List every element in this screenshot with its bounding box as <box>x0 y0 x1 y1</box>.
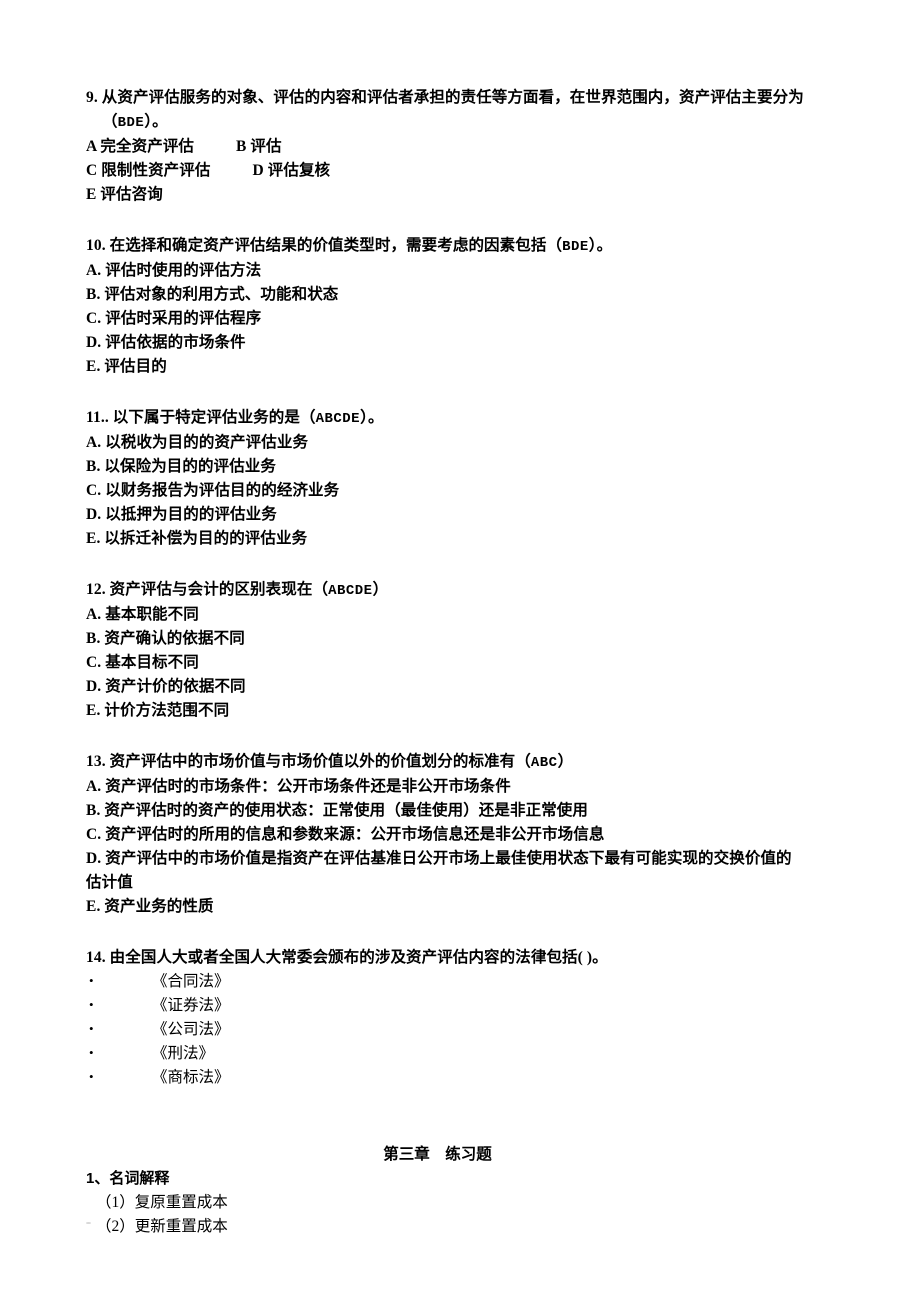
question-13-stem-text: 13. 资产评估中的市场价值与市场价值以外的价值划分的标准有（ <box>86 753 531 770</box>
chapter-heading: 第三章 练习题 <box>383 1146 492 1163</box>
question-11-paren-close: ）。 <box>360 409 384 426</box>
list-item: 《商标法》 <box>86 1065 834 1090</box>
question-10-option-d: D. 评估依据的市场条件 <box>86 334 246 351</box>
question-block-14: 14. 由全国人大或者全国人大常委会颁布的涉及资产评估内容的法律包括( )。 《… <box>86 946 834 1090</box>
question-9-option-a: A 完全资产评估 <box>86 138 195 155</box>
question-12-option-e: E. 计价方法范围不同 <box>86 702 230 719</box>
question-10-answer: BDE <box>562 239 589 255</box>
question-12-option-a: A. 基本职能不同 <box>86 606 199 623</box>
question-9-paren-open: （ <box>102 113 118 130</box>
question-10-stem: 10. 在选择和确定资产评估结果的价值类型时，需要考虑的因素包括（BDE）。 <box>86 234 834 259</box>
question-9-paren-close: ）。 <box>144 113 168 130</box>
question-12-paren-close: ） <box>372 581 389 598</box>
question-12-option-b: B. 资产确认的依据不同 <box>86 630 245 647</box>
question-block-12: 12. 资产评估与会计的区别表现在（ABCDE） A. 基本职能不同 B. 资产… <box>86 578 834 723</box>
question-11-option-a: A. 以税收为目的的资产评估业务 <box>86 434 309 451</box>
question-12-answer: ABCDE <box>328 583 373 599</box>
question-10-option-e: E. 评估目的 <box>86 358 167 375</box>
question-13-option-d-line1: D. 资产评估中的市场价值是指资产在评估基准日公开市场上最佳使用状态下最有可能实… <box>86 850 792 867</box>
question-9-option-row-2: C 限制性资产评估 D 评估复核 <box>86 159 834 183</box>
question-10-option-b: B. 评估对象的利用方式、功能和状态 <box>86 286 339 303</box>
question-10-stem-text: 10. 在选择和确定资产评估结果的价值类型时，需要考虑的因素包括（ <box>86 237 563 254</box>
list-item: 《证券法》 <box>86 993 834 1018</box>
question-13-option-d-line2: 估计值 <box>86 874 133 891</box>
scan-artifact-speck <box>86 1222 91 1224</box>
question-11-stem: 11.. 以下属于特定评估业务的是（ABCDE）。 <box>86 406 834 431</box>
question-block-11: 11.. 以下属于特定评估业务的是（ABCDE）。 A. 以税收为目的的资产评估… <box>86 406 834 551</box>
list-item: 《公司法》 <box>86 1017 834 1042</box>
question-block-13: 13. 资产评估中的市场价值与市场价值以外的价值划分的标准有（ABC） A. 资… <box>86 750 834 919</box>
question-block-10: 10. 在选择和确定资产评估结果的价值类型时，需要考虑的因素包括（BDE）。 A… <box>86 234 834 379</box>
document-page: 9. 从资产评估服务的对象、评估的内容和评估者承担的责任等方面看，在世界范围内，… <box>0 0 920 1302</box>
question-12-option-d: D. 资产计价的依据不同 <box>86 678 246 695</box>
question-9-option-e: E 评估咨询 <box>86 186 163 203</box>
question-12-option-c: C. 基本目标不同 <box>86 654 199 671</box>
question-9-option-d: D 评估复核 <box>252 162 331 179</box>
question-13-paren-close: ） <box>557 753 574 770</box>
list-item: 《合同法》 <box>86 969 834 994</box>
question-10-paren-close: ）。 <box>588 237 613 254</box>
question-9-answer: BDE <box>117 115 145 131</box>
question-13-option-c: C. 资产评估时的所用的信息和参数来源：公开市场信息还是非公开市场信息 <box>86 826 605 843</box>
section-title-terms: 1、名词解释 <box>86 1170 170 1187</box>
question-14-bullet-list: 《合同法》 《证券法》 《公司法》 《刑法》 《商标法》 <box>86 969 834 1090</box>
question-9-option-c: C 限制性资产评估 <box>86 162 211 179</box>
question-14-stem: 14. 由全国人大或者全国人大常委会颁布的涉及资产评估内容的法律包括( )。 <box>86 949 608 966</box>
chapter-section: 第三章 练习题 1、名词解释 （1）复原重置成本 （2）更新重置成本 <box>86 1143 834 1239</box>
question-13-option-b: B. 资产评估时的资产的使用状态：正常使用（最佳使用）还是非正常使用 <box>86 802 588 819</box>
question-block-9: 9. 从资产评估服务的对象、评估的内容和评估者承担的责任等方面看，在世界范围内，… <box>86 86 834 207</box>
term-item-1: （1）复原重置成本 <box>96 1194 228 1211</box>
list-item: 《刑法》 <box>86 1041 834 1066</box>
question-10-option-c: C. 评估时采用的评估程序 <box>86 310 262 327</box>
question-9-stem-line2: （BDE）。 <box>86 110 834 135</box>
question-11-option-c: C. 以财务报告为评估目的的经济业务 <box>86 482 340 499</box>
question-9-option-b: B 评估 <box>236 138 282 155</box>
question-13-stem: 13. 资产评估中的市场价值与市场价值以外的价值划分的标准有（ABC） <box>86 750 834 775</box>
question-11-option-d: D. 以抵押为目的的评估业务 <box>86 506 277 523</box>
question-11-option-b: B. 以保险为目的的评估业务 <box>86 458 276 475</box>
question-11-option-e: E. 以拆迁补偿为目的的评估业务 <box>86 530 308 547</box>
question-12-stem: 12. 资产评估与会计的区别表现在（ABCDE） <box>86 578 834 603</box>
term-item-2: （2）更新重置成本 <box>96 1218 228 1235</box>
question-12-stem-text: 12. 资产评估与会计的区别表现在（ <box>86 581 329 598</box>
question-13-option-a: A. 资产评估时的市场条件：公开市场条件还是非公开市场条件 <box>86 778 511 795</box>
question-11-stem-text: 11.. 以下属于特定评估业务的是（ <box>86 409 316 426</box>
question-11-answer: ABCDE <box>315 411 361 427</box>
question-10-option-a: A. 评估时使用的评估方法 <box>86 262 262 279</box>
question-9-stem-line1: 9. 从资产评估服务的对象、评估的内容和评估者承担的责任等方面看，在世界范围内，… <box>86 89 804 106</box>
question-9-option-row-1: A 完全资产评估 B 评估 <box>86 135 834 159</box>
question-13-option-e: E. 资产业务的性质 <box>86 898 214 915</box>
question-9-option-row-3: E 评估咨询 <box>86 183 834 207</box>
question-13-answer: ABC <box>530 755 558 771</box>
